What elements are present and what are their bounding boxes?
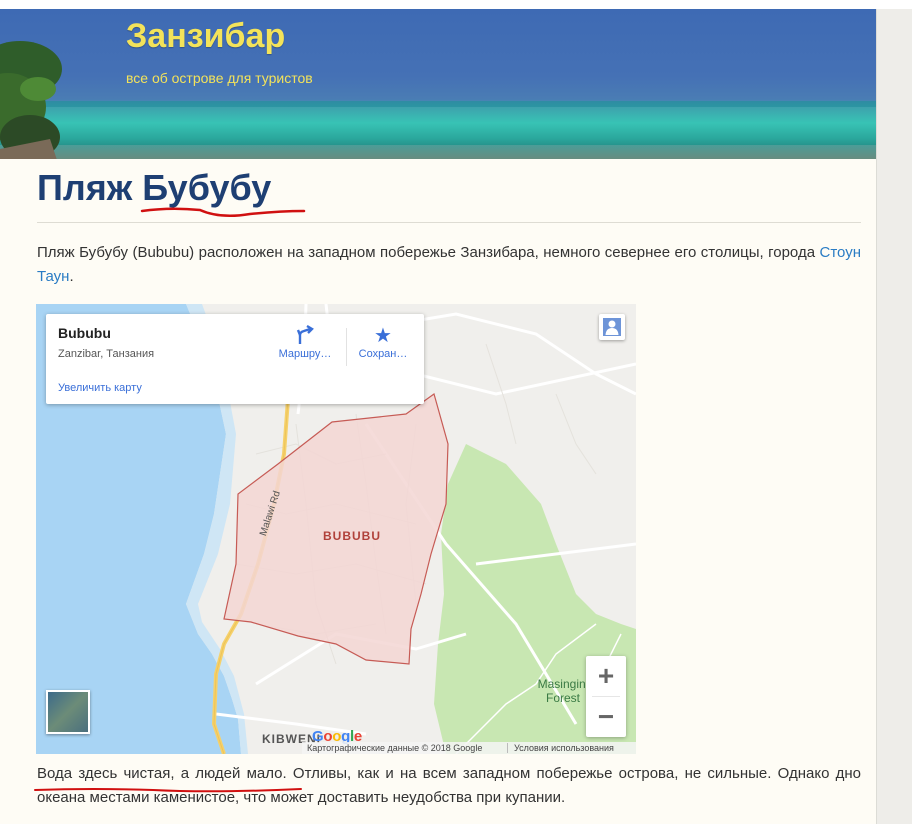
area-label: BUBUBU xyxy=(323,529,381,543)
save-label: Сохран… xyxy=(358,348,408,360)
place-info-card: Bububu Zanzibar, Танзания Увеличить карт… xyxy=(46,314,424,404)
map-attribution-bar: Картографические данные © 2018 Google Ус… xyxy=(302,742,636,754)
terms-of-use-link[interactable]: Условия использования xyxy=(514,742,614,754)
red-underline-annotation xyxy=(140,207,306,218)
zoom-control: + − xyxy=(586,656,626,737)
save-button[interactable]: ★ Сохран… xyxy=(348,324,418,360)
title-divider xyxy=(37,222,861,223)
post-title: Пляж Бубубу xyxy=(37,167,272,208)
forest-label-line-2: Forest xyxy=(545,691,580,705)
star-icon: ★ xyxy=(374,325,392,347)
intro-text: Пляж Бубубу (Bububu) расположен на запад… xyxy=(37,244,820,261)
intro-end: . xyxy=(69,268,74,285)
place-name: Bububu xyxy=(58,325,111,341)
pegman-button[interactable] xyxy=(599,314,625,340)
page-content: Занзибар все об острове для туристов Пля… xyxy=(0,9,876,824)
header-horizon xyxy=(0,101,876,107)
directions-label: Маршру… xyxy=(278,348,332,360)
header-shore xyxy=(0,145,876,159)
satellite-toggle-thumbnail[interactable] xyxy=(46,690,90,734)
page-right-gutter xyxy=(876,9,912,824)
attribution-divider xyxy=(507,743,508,753)
directions-icon xyxy=(270,324,340,348)
google-map-embed[interactable]: Malawi Rd BUBUBU Masingini Forest KIBWEN… xyxy=(36,304,636,754)
site-header-banner: Занзибар все об острове для туристов xyxy=(0,9,876,159)
enlarge-map-link[interactable]: Увеличить карту xyxy=(58,382,142,394)
palm-foliage-image xyxy=(0,41,62,159)
intro-paragraph: Пляж Бубубу (Bububu) расположен на запад… xyxy=(37,241,861,289)
forest-label-line-1: Masingini xyxy=(537,677,589,691)
directions-button[interactable]: Маршру… xyxy=(270,324,340,360)
zoom-out-button[interactable]: − xyxy=(586,697,626,737)
site-tagline: все об острове для туристов xyxy=(126,70,313,86)
pegman-icon xyxy=(603,318,621,336)
forest-label: Masingini Forest xyxy=(533,677,593,705)
place-address: Zanzibar, Танзания xyxy=(58,348,155,360)
map-data-attribution: Картографические данные © 2018 Google xyxy=(307,743,483,753)
red-underline-annotation xyxy=(34,788,302,793)
site-title[interactable]: Занзибар xyxy=(126,17,285,56)
card-action-divider xyxy=(346,328,347,366)
zoom-in-button[interactable]: + xyxy=(586,656,626,696)
